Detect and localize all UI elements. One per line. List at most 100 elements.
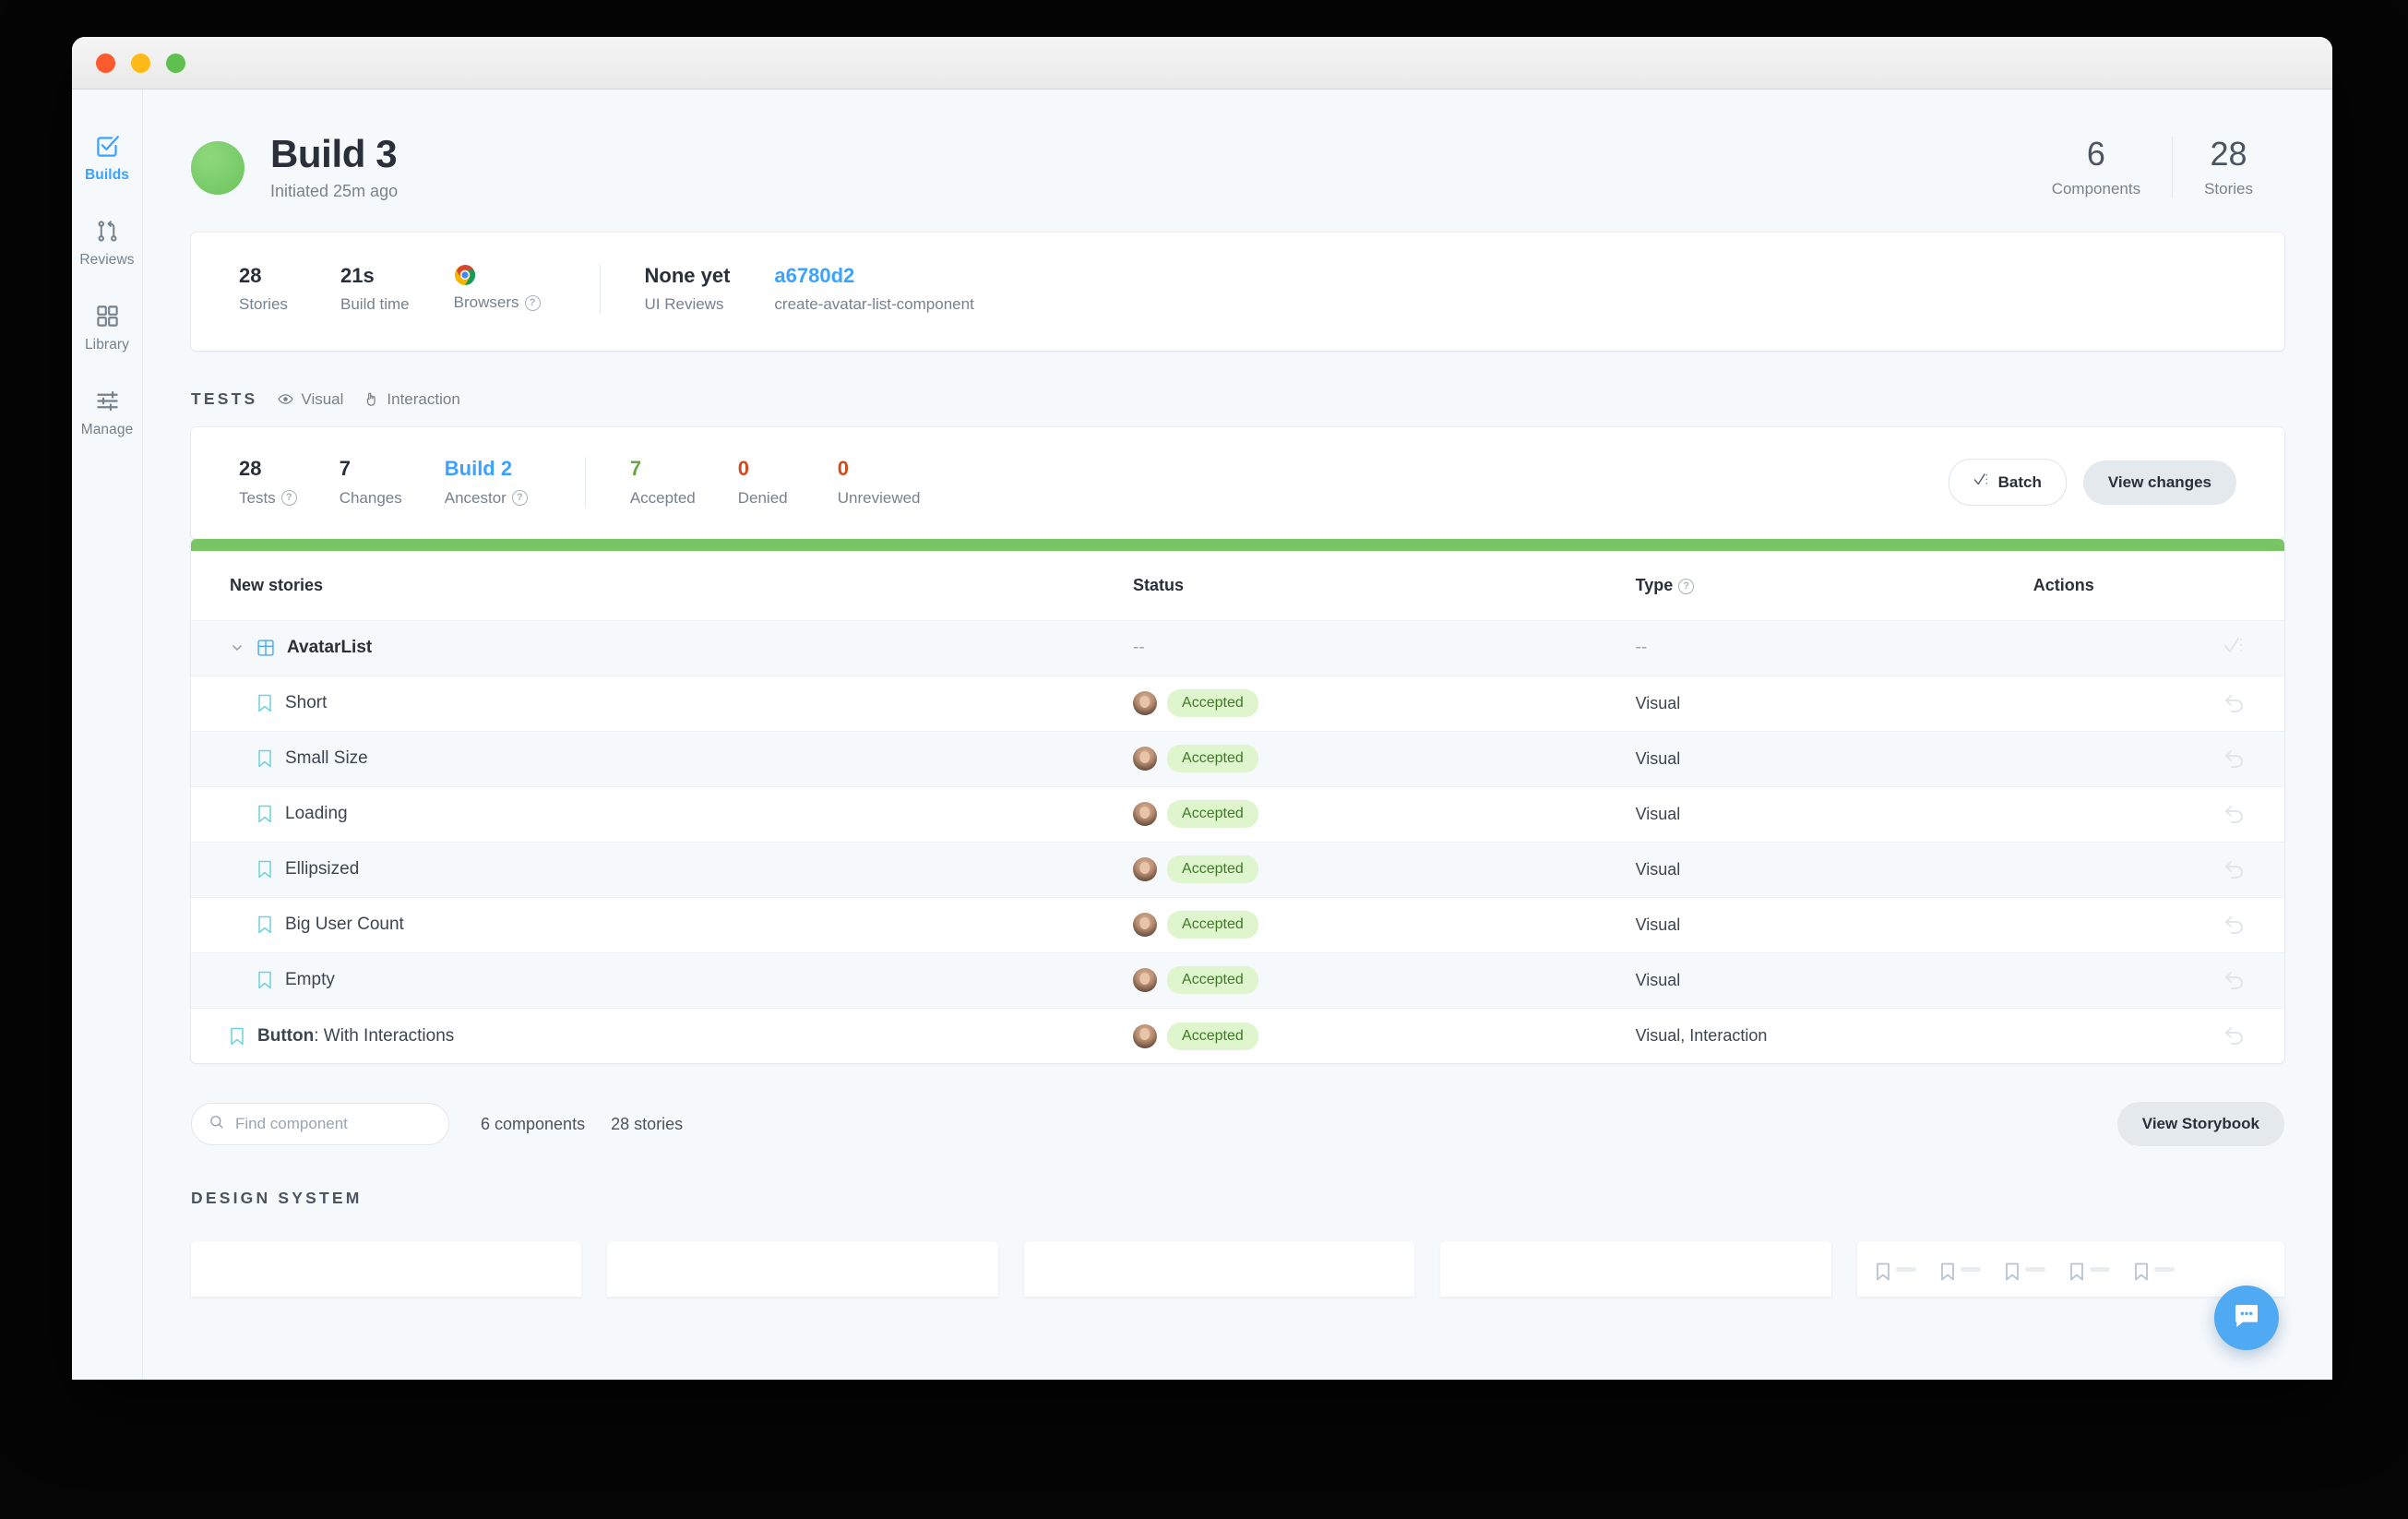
batch-check-icon <box>1973 472 1990 493</box>
window-titlebar[interactable] <box>72 37 2332 90</box>
table-row[interactable]: Button: With Interactions Accepted Visua… <box>191 1008 2284 1063</box>
cell-actions[interactable] <box>2032 676 2284 732</box>
summary-stat-commit[interactable]: a6780d2 create-avatar-list-component <box>774 264 973 314</box>
table-row[interactable]: Ellipsized Accepted Visual <box>191 842 2284 898</box>
view-changes-button[interactable]: View changes <box>2082 460 2236 505</box>
placeholder-bar <box>2024 1266 2045 1272</box>
cell-story-name[interactable]: Ellipsized <box>191 842 1134 898</box>
cell-type: Visual, Interaction <box>1636 1008 2033 1063</box>
table-row-group[interactable]: AvatarList -- -- <box>191 620 2284 676</box>
cell-story-name[interactable]: Button: With Interactions <box>191 1008 1133 1063</box>
stat-value: 28 <box>239 457 262 481</box>
batch-check-icon[interactable] <box>2223 635 2246 657</box>
undo-icon[interactable] <box>2223 746 2246 768</box>
desktop-backdrop: Builds Reviews Library Manage Build 3 In… <box>0 0 2408 1519</box>
cell-actions[interactable] <box>2032 842 2284 898</box>
help-icon[interactable]: ? <box>1678 578 1695 594</box>
git-pull-request-icon <box>95 219 120 244</box>
cell-story-name[interactable]: Loading <box>191 786 1134 843</box>
stat-value: 28 <box>2210 135 2247 173</box>
cell-story-name[interactable]: Short <box>191 676 1134 732</box>
cell-actions[interactable] <box>2032 731 2284 787</box>
chevron-down-icon[interactable] <box>230 640 244 655</box>
view-storybook-button[interactable]: View Storybook <box>2116 1102 2284 1147</box>
undo-icon[interactable] <box>2223 690 2246 712</box>
type-label: Visual <box>1635 693 1681 712</box>
branch-name: create-avatar-list-component <box>774 295 974 314</box>
design-system-card[interactable] <box>191 1241 582 1298</box>
chip-label: Visual <box>301 389 344 408</box>
status-badge: Accepted <box>1167 1022 1258 1050</box>
tests-stat-ancestor[interactable]: Build 2 Ancestor ? <box>445 457 528 507</box>
mini-story-item <box>2134 1262 2175 1281</box>
batch-button[interactable]: Batch <box>1948 459 2067 507</box>
design-system-card[interactable] <box>1023 1241 1415 1298</box>
batch-button-label: Batch <box>1997 472 2042 491</box>
header-stat-stories: 28 Stories <box>2172 137 2284 198</box>
search-box[interactable] <box>191 1103 449 1146</box>
cell-type: Visual <box>1635 952 2033 1009</box>
cell-actions[interactable] <box>2032 952 2284 1009</box>
component-name-label: AvatarList <box>287 638 373 658</box>
stat-value: 0 <box>737 457 749 481</box>
cell-story-name[interactable]: Big User Count <box>191 897 1134 953</box>
sidebar-item-reviews[interactable]: Reviews <box>72 204 142 289</box>
cell-status: Accepted <box>1133 786 1636 843</box>
column-header-new-stories: New stories <box>191 550 1134 621</box>
table-row[interactable]: Big User Count Accepted Visual <box>191 897 2284 953</box>
mini-story-item <box>1876 1262 1916 1281</box>
design-system-card[interactable] <box>1440 1241 1831 1298</box>
story-name-label: Small Size <box>285 748 368 769</box>
summary-stat-browsers[interactable]: Browsers ? <box>454 264 541 312</box>
table-row[interactable]: Small Size Accepted Visual <box>191 731 2284 787</box>
design-system-card[interactable] <box>607 1241 998 1298</box>
cell-status: -- <box>1133 620 1636 676</box>
design-system-card-stories[interactable] <box>1856 1241 2285 1298</box>
summary-stat-build-time: 21s Build time <box>340 264 410 314</box>
sidebar-item-library[interactable]: Library <box>72 289 142 374</box>
sidebar-item-manage[interactable]: Manage <box>72 374 142 459</box>
chip-interaction: Interaction <box>364 390 460 409</box>
commit-hash-link[interactable]: a6780d2 <box>774 264 973 288</box>
type-placeholder: -- <box>1635 638 1648 658</box>
browser-icon-row <box>454 264 541 286</box>
stat-label: Build time <box>340 295 410 314</box>
chat-support-button[interactable] <box>2214 1286 2279 1350</box>
cell-story-name[interactable]: Small Size <box>191 731 1134 787</box>
cell-component-name[interactable]: AvatarList <box>191 620 1134 676</box>
table-row[interactable]: Short Accepted Visual <box>191 676 2284 732</box>
component-grid-icon <box>256 639 275 657</box>
cell-status: Accepted <box>1133 952 1636 1009</box>
header-stats: 6 Components 28 Stories <box>2021 137 2284 198</box>
cell-type: Visual <box>1635 786 2033 843</box>
help-icon[interactable]: ? <box>511 490 528 507</box>
help-icon[interactable]: ? <box>280 490 297 507</box>
close-window-button[interactable] <box>96 53 115 73</box>
cell-story-name[interactable]: Empty <box>191 952 1134 1009</box>
cell-actions[interactable] <box>2033 1008 2284 1063</box>
maximize-window-button[interactable] <box>166 53 185 73</box>
undo-icon[interactable] <box>2223 912 2246 934</box>
table-row[interactable]: Empty Accepted Visual <box>191 952 2284 1009</box>
help-icon[interactable]: ? <box>524 294 541 311</box>
cell-type: Visual <box>1635 676 2033 732</box>
eye-icon <box>278 391 294 407</box>
search-input[interactable] <box>235 1115 432 1134</box>
sidebar-item-builds[interactable]: Builds <box>72 119 142 204</box>
components-count: 6 components <box>481 1114 586 1133</box>
undo-icon[interactable] <box>2223 856 2246 879</box>
ancestor-build-link[interactable]: Build 2 <box>445 457 528 481</box>
tests-section-header: TESTS Visual Interaction <box>143 351 2332 427</box>
undo-icon[interactable] <box>2223 967 2246 989</box>
placeholder-bar <box>2089 1266 2110 1272</box>
cell-actions[interactable] <box>2032 620 2284 676</box>
cell-actions[interactable] <box>2032 897 2284 953</box>
table-row[interactable]: Loading Accepted Visual <box>191 786 2284 843</box>
minimize-window-button[interactable] <box>131 53 150 73</box>
sidebar-item-label: Builds <box>85 167 129 183</box>
label-text: Ancestor <box>444 488 507 507</box>
type-label: Visual <box>1635 748 1681 768</box>
cell-actions[interactable] <box>2032 786 2284 843</box>
undo-icon[interactable] <box>2223 1023 2246 1046</box>
undo-icon[interactable] <box>2223 801 2246 823</box>
